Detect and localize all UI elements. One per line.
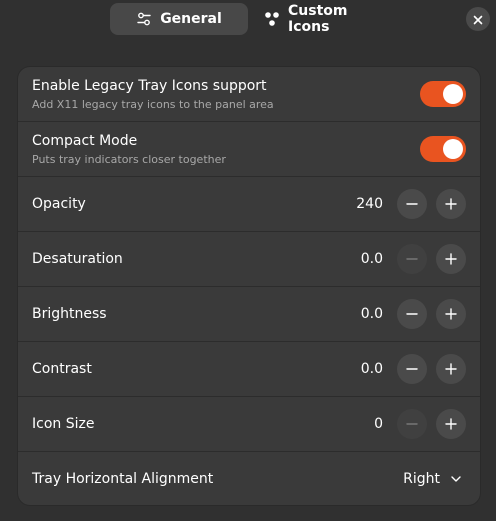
legacy-tray-switch[interactable] [420, 81, 466, 107]
switch-knob [443, 84, 463, 104]
opacity-title: Opacity [32, 196, 86, 212]
desaturation-title: Desaturation [32, 251, 123, 267]
minus-icon [406, 195, 418, 214]
tray-alignment-title: Tray Horizontal Alignment [32, 471, 214, 487]
compact-mode-switch[interactable] [420, 136, 466, 162]
row-opacity: Opacity 240 [18, 177, 480, 231]
brightness-decrement-button[interactable] [397, 299, 427, 329]
tab-general[interactable]: General [110, 3, 248, 35]
row-icon-size: Icon Size 0 [18, 397, 480, 451]
tray-alignment-dropdown[interactable]: Right [403, 470, 462, 489]
tab-bar: General Custom Icons [0, 0, 496, 40]
desaturation-decrement-button[interactable] [397, 244, 427, 274]
brightness-value: 0.0 [360, 306, 383, 322]
minus-icon [406, 415, 418, 434]
icon-size-increment-button[interactable] [436, 409, 466, 439]
opacity-increment-button[interactable] [436, 189, 466, 219]
icon-size-title: Icon Size [32, 416, 95, 432]
plus-icon [445, 305, 457, 324]
row-contrast: Contrast 0.0 [18, 342, 480, 396]
opacity-value: 240 [356, 196, 383, 212]
tab-custom-icons-label: Custom Icons [288, 3, 348, 35]
settings-sliders-icon [136, 11, 152, 27]
legacy-tray-subtitle: Add X11 legacy tray icons to the panel a… [32, 97, 274, 111]
minus-icon [406, 305, 418, 324]
minus-icon [406, 250, 418, 269]
brightness-title: Brightness [32, 306, 107, 322]
row-desaturation: Desaturation 0.0 [18, 232, 480, 286]
plus-icon [445, 415, 457, 434]
contrast-decrement-button[interactable] [397, 354, 427, 384]
close-icon [473, 10, 483, 29]
contrast-increment-button[interactable] [436, 354, 466, 384]
desaturation-value: 0.0 [360, 251, 383, 267]
tab-custom-icons[interactable]: Custom Icons [252, 3, 390, 35]
settings-card: Enable Legacy Tray Icons support Add X11… [18, 67, 480, 505]
compact-mode-title: Compact Mode [32, 132, 138, 149]
contrast-title: Contrast [32, 361, 92, 377]
plus-icon [445, 195, 457, 214]
row-compact-mode: Compact Mode Puts tray indicators closer… [18, 122, 480, 176]
minus-icon [406, 360, 418, 379]
legacy-tray-title: Enable Legacy Tray Icons support [32, 77, 267, 94]
row-tray-alignment: Tray Horizontal Alignment Right [18, 452, 480, 505]
icon-size-value: 0 [374, 416, 383, 432]
brightness-increment-button[interactable] [436, 299, 466, 329]
row-legacy-tray-icons: Enable Legacy Tray Icons support Add X11… [18, 67, 480, 121]
switch-knob [443, 139, 463, 159]
row-brightness: Brightness 0.0 [18, 287, 480, 341]
tab-general-label: General [160, 11, 222, 27]
contrast-value: 0.0 [360, 361, 383, 377]
custom-icons-icon [264, 11, 280, 27]
compact-mode-subtitle: Puts tray indicators closer together [32, 152, 226, 166]
opacity-decrement-button[interactable] [397, 189, 427, 219]
plus-icon [445, 360, 457, 379]
tray-alignment-value: Right [403, 471, 440, 487]
plus-icon [445, 250, 457, 269]
chevron-down-icon [450, 470, 462, 489]
icon-size-decrement-button[interactable] [397, 409, 427, 439]
close-button[interactable] [466, 7, 490, 31]
desaturation-increment-button[interactable] [436, 244, 466, 274]
